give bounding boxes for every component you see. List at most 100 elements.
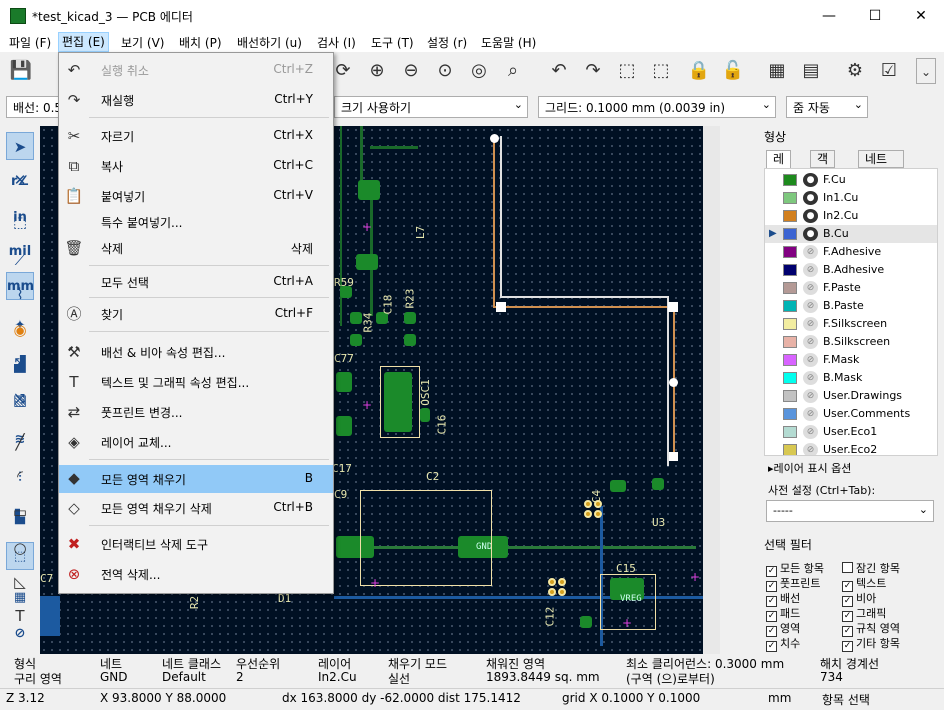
menu-interactive-delete[interactable]: ✖ 인터랙티브 삭제 도구 — [59, 531, 333, 557]
eye-off-icon[interactable]: ⊘ — [803, 281, 818, 295]
tab-objects[interactable]: 객체 — [810, 150, 836, 182]
eye-off-icon[interactable]: ⊘ — [803, 263, 818, 277]
route-track-icon[interactable]: ⟋ — [6, 246, 34, 274]
layer-row[interactable]: ⊘ F.Adhesive — [765, 243, 937, 261]
layer-color-swatch[interactable] — [783, 354, 797, 366]
grid-select[interactable]: 그리드: 0.1000 mm (0.0039 in) ⌄ — [538, 96, 776, 118]
eye-off-icon[interactable]: ⊘ — [803, 389, 818, 403]
layer-color-swatch[interactable] — [783, 336, 797, 348]
menu-edit-text-graphics[interactable]: T 텍스트 및 그래픽 속성 편집... — [59, 369, 333, 395]
layer-color-swatch[interactable] — [783, 318, 797, 330]
eye-icon[interactable]: ● — [803, 191, 818, 205]
filter-locked-items[interactable]: 잠긴 항목 — [842, 560, 900, 576]
group-icon[interactable]: ⬚ — [614, 58, 640, 84]
toolbar-overflow-icon[interactable]: ⌄ — [916, 58, 936, 84]
menu-view[interactable]: 보기 (V) — [118, 34, 167, 51]
layer-row[interactable]: ⊘ B.Paste — [765, 297, 937, 315]
layer-color-swatch[interactable] — [783, 174, 797, 186]
zoom-fit-icon[interactable]: ⊙ — [432, 58, 458, 84]
layer-row[interactable]: ⊘ User.Eco2 — [765, 441, 937, 455]
drc-list-icon[interactable]: ▤ — [798, 58, 824, 84]
layer-display-options-toggle[interactable]: ▸레이어 표시 옵션 — [768, 460, 851, 476]
menu-copy[interactable]: ⧉ 복사 Ctrl+C — [59, 153, 333, 179]
layer-color-swatch[interactable] — [783, 246, 797, 258]
canvas-scrollbar[interactable] — [703, 126, 720, 654]
layer-row[interactable]: ⊘ F.Mask — [765, 351, 937, 369]
menu-delete[interactable]: 🗑 삭제 삭제 — [59, 235, 333, 261]
unlock-icon[interactable]: 🔓 — [720, 58, 746, 84]
draw-arc-icon[interactable]: ◜ — [6, 462, 34, 490]
layer-row[interactable]: ⊘ F.Paste — [765, 279, 937, 297]
menu-unfill-all-zones[interactable]: ◇ 모든 영역 채우기 삭제 Ctrl+B — [59, 495, 333, 521]
menu-paste[interactable]: 📋 붙여넣기 Ctrl+V — [59, 183, 333, 209]
layer-row[interactable]: ⊘ B.Adhesive — [765, 261, 937, 279]
tab-layers[interactable]: 레이어 — [766, 150, 792, 198]
layer-row[interactable]: ⊘ User.Drawings — [765, 387, 937, 405]
maximize-button[interactable]: ☐ — [852, 0, 898, 32]
zoom-selection-icon[interactable]: ⌕ — [500, 58, 526, 84]
netlist-icon[interactable]: ▦ — [764, 58, 790, 84]
layer-color-swatch[interactable] — [783, 282, 797, 294]
add-via-icon[interactable]: ◉ — [6, 316, 34, 344]
layer-row[interactable]: ⊘ B.Silkscreen — [765, 333, 937, 351]
local-ratsnest-icon[interactable]: ✕ — [6, 166, 34, 194]
layer-row[interactable]: ⊘ User.Eco1 — [765, 423, 937, 441]
menu-file[interactable]: 파일 (F) — [6, 34, 54, 51]
eye-off-icon[interactable]: ⊘ — [803, 317, 818, 331]
filter-dimensions[interactable]: ✓ 치수 — [766, 635, 800, 652]
eye-off-icon[interactable]: ⊘ — [803, 299, 818, 313]
close-button[interactable]: ✕ — [898, 0, 944, 32]
menu-global-delete[interactable]: ⊗ 전역 삭제... — [59, 561, 333, 587]
menu-route[interactable]: 배선하기 (u) — [234, 34, 305, 51]
drc-icon[interactable]: ☑ — [876, 58, 902, 84]
filter-other-items[interactable]: ✓ 기타 항목 — [842, 635, 900, 652]
layer-color-swatch[interactable] — [783, 426, 797, 438]
menu-change-footprint[interactable]: ⇄ 풋프린트 변경... — [59, 399, 333, 425]
layer-color-swatch[interactable] — [783, 390, 797, 402]
layer-row[interactable]: ● In2.Cu — [765, 207, 937, 225]
layer-color-swatch[interactable] — [783, 408, 797, 420]
menu-edit[interactable]: 편집 (E) — [58, 32, 109, 52]
eye-off-icon[interactable]: ⊘ — [803, 245, 818, 259]
track-width-select[interactable]: 배선: 0.5 — [6, 96, 60, 118]
menu-help[interactable]: 도움말 (H) — [478, 34, 539, 51]
tab-nets[interactable]: 네트 — [858, 150, 904, 168]
eye-off-icon[interactable]: ⊘ — [803, 407, 818, 421]
draw-polygon-icon[interactable]: ◺ — [6, 568, 34, 596]
layer-color-swatch[interactable] — [783, 444, 797, 455]
add-footprint-icon[interactable]: ⬚ — [6, 208, 34, 236]
menu-paste-special[interactable]: 특수 붙여넣기... — [59, 209, 333, 235]
menu-find[interactable]: Ⓐ 찾기 Ctrl+F — [59, 301, 333, 327]
rotate-cw-icon[interactable]: ↷ — [580, 58, 606, 84]
zoom-out-icon[interactable]: ⊖ — [398, 58, 424, 84]
layer-color-swatch[interactable] — [783, 210, 797, 222]
menu-edit-track-via[interactable]: ⚒ 배선 & 비아 속성 편집... — [59, 339, 333, 365]
add-zone-icon[interactable]: ▟ — [6, 350, 34, 378]
tune-length-icon[interactable]: ⌇ — [6, 280, 34, 308]
eye-icon[interactable]: ● — [803, 173, 818, 187]
zoom-select[interactable]: 줌 자동 ⌄ — [786, 96, 868, 118]
select-arrow-icon[interactable]: ➤ — [6, 132, 34, 160]
layer-row[interactable]: ⊘ User.Comments — [765, 405, 937, 423]
via-size-select[interactable]: 크기 사용하기 ⌄ — [334, 96, 528, 118]
ungroup-icon[interactable]: ⬚ — [648, 58, 674, 84]
eye-off-icon[interactable]: ⊘ — [803, 425, 818, 439]
rotate-ccw-icon[interactable]: ↶ — [546, 58, 572, 84]
layer-row[interactable]: ● F.Cu — [765, 171, 937, 189]
menu-fill-all-zones[interactable]: ◆ 모든 영역 채우기 B — [59, 465, 333, 493]
menu-inspect[interactable]: 검사 (I) — [314, 34, 359, 51]
minimize-button[interactable]: — — [806, 0, 852, 32]
draw-line-icon[interactable]: ╱ — [6, 428, 34, 456]
add-keepout-icon[interactable]: ▧ — [6, 386, 34, 414]
eye-off-icon[interactable]: ⊘ — [803, 353, 818, 367]
menu-preferences[interactable]: 설정 (r) — [424, 34, 470, 51]
menu-place[interactable]: 배치 (P) — [176, 34, 225, 51]
layer-row-selected[interactable]: ▶ ● B.Cu — [765, 225, 937, 243]
layer-color-swatch[interactable] — [783, 372, 797, 384]
menu-undo[interactable]: ↶ 실행 취소 Ctrl+Z — [59, 57, 333, 83]
menu-cut[interactable]: ✂ 자르기 Ctrl+X — [59, 123, 333, 149]
menu-swap-layers[interactable]: ◈ 레이어 교체... — [59, 429, 333, 455]
layer-color-swatch[interactable] — [783, 300, 797, 312]
layer-row[interactable]: ⊘ B.Mask — [765, 369, 937, 387]
eye-icon[interactable]: ● — [803, 227, 818, 241]
